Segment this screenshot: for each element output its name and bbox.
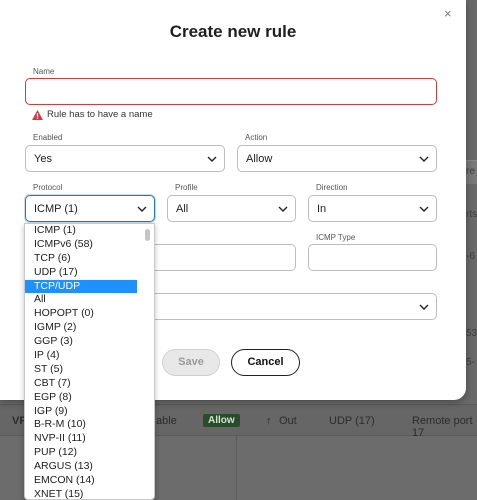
dropdown-option[interactable]: XNET (15) <box>25 488 154 499</box>
direction-label: Direction <box>316 183 348 192</box>
enabled-label: Enabled <box>33 133 63 142</box>
direction-text: Out <box>279 415 297 427</box>
protocol-value: ICMP (1) <box>34 202 78 215</box>
cancel-button[interactable]: Cancel <box>231 349 300 376</box>
action-label: Action <box>245 133 268 142</box>
dropdown-option[interactable]: TCP (6) <box>25 252 154 266</box>
profile-label: Profile <box>175 183 198 192</box>
action-value: Allow <box>246 152 273 165</box>
save-button[interactable]: Save <box>162 349 220 376</box>
dropdown-options: ICMP (1) ICMPv6 (58) TCP (6) UDP (17) TCP/UD… <box>25 224 154 499</box>
dropdown-option[interactable]: EGP (8) <box>25 391 154 405</box>
icmp-type-label: ICMP Type <box>316 233 356 242</box>
action-select[interactable]: Allow <box>237 145 437 172</box>
protocol-dropdown-list[interactable]: ICMP (1) ICMPv6 (58) TCP (6) UDP (17) TCP/UD… <box>24 223 155 500</box>
dropdown-option[interactable]: PUP (12) <box>25 446 154 460</box>
name-label: Name <box>33 67 55 76</box>
dropdown-option[interactable]: ARGUS (13) <box>25 460 154 474</box>
background-divider <box>236 436 237 500</box>
dropdown-option[interactable]: ST (5) <box>25 363 154 377</box>
close-icon[interactable]: × <box>444 7 452 20</box>
chevron-down-icon <box>278 206 288 212</box>
background-fragment: 53 <box>466 328 477 339</box>
chevron-down-icon <box>419 304 429 310</box>
direction-value: In <box>317 202 327 215</box>
dropdown-option[interactable]: B-R-M (10) <box>25 418 154 432</box>
background-fragment: rts <box>466 209 477 220</box>
direction-select[interactable]: In <box>308 195 437 222</box>
dropdown-option[interactable]: IP (4) <box>25 349 154 363</box>
modal-title: Create new rule <box>169 22 297 41</box>
dropdown-option[interactable]: ICMPv6 (58) <box>25 238 154 252</box>
warning-icon <box>32 109 43 120</box>
background-fragment: -6 <box>466 251 475 262</box>
protocol-text: UDP (17) <box>329 415 375 427</box>
chevron-down-icon <box>137 206 147 212</box>
dropdown-option[interactable]: TCP/UDP <box>25 279 137 294</box>
icmp-code-input[interactable] <box>150 244 296 271</box>
dropdown-option[interactable]: EMCON (14) <box>25 474 154 488</box>
dropdown-option[interactable]: IGMP (2) <box>25 321 154 335</box>
dropdown-scrollbar[interactable] <box>145 229 150 241</box>
enabled-text: able <box>156 415 177 427</box>
enabled-select[interactable]: Yes <box>25 145 225 172</box>
background-fragment: re <box>466 166 475 177</box>
chevron-down-icon <box>419 156 429 162</box>
dropdown-option[interactable]: CBT (7) <box>25 377 154 391</box>
name-input[interactable] <box>25 78 437 105</box>
name-error-text: Rule has to have a name <box>47 109 153 120</box>
background-fragment: 5- <box>466 357 475 368</box>
icmp-type-input[interactable] <box>308 244 437 271</box>
dropdown-option[interactable]: UDP (17) <box>25 266 154 280</box>
arrow-up-icon: ↑ <box>266 415 272 427</box>
dropdown-option[interactable]: IGP (9) <box>25 405 154 419</box>
protocol-select[interactable]: ICMP (1) <box>25 195 155 222</box>
dropdown-option[interactable]: HOPOPT (0) <box>25 307 154 321</box>
profile-value: All <box>176 202 189 215</box>
chevron-down-icon <box>207 156 217 162</box>
allow-badge: Allow <box>203 414 240 427</box>
dropdown-option[interactable]: GGP (3) <box>25 335 154 349</box>
chevron-down-icon <box>419 206 429 212</box>
dropdown-option[interactable]: ICMP (1) <box>25 224 154 238</box>
enabled-value: Yes <box>34 152 52 165</box>
remote-select[interactable] <box>150 293 437 320</box>
name-error: Rule has to have a name <box>32 109 153 120</box>
dropdown-option[interactable]: NVP-II (11) <box>25 432 154 446</box>
profile-select[interactable]: All <box>167 195 296 222</box>
protocol-label: Protocol <box>33 183 63 192</box>
dropdown-option[interactable]: All <box>25 293 154 307</box>
